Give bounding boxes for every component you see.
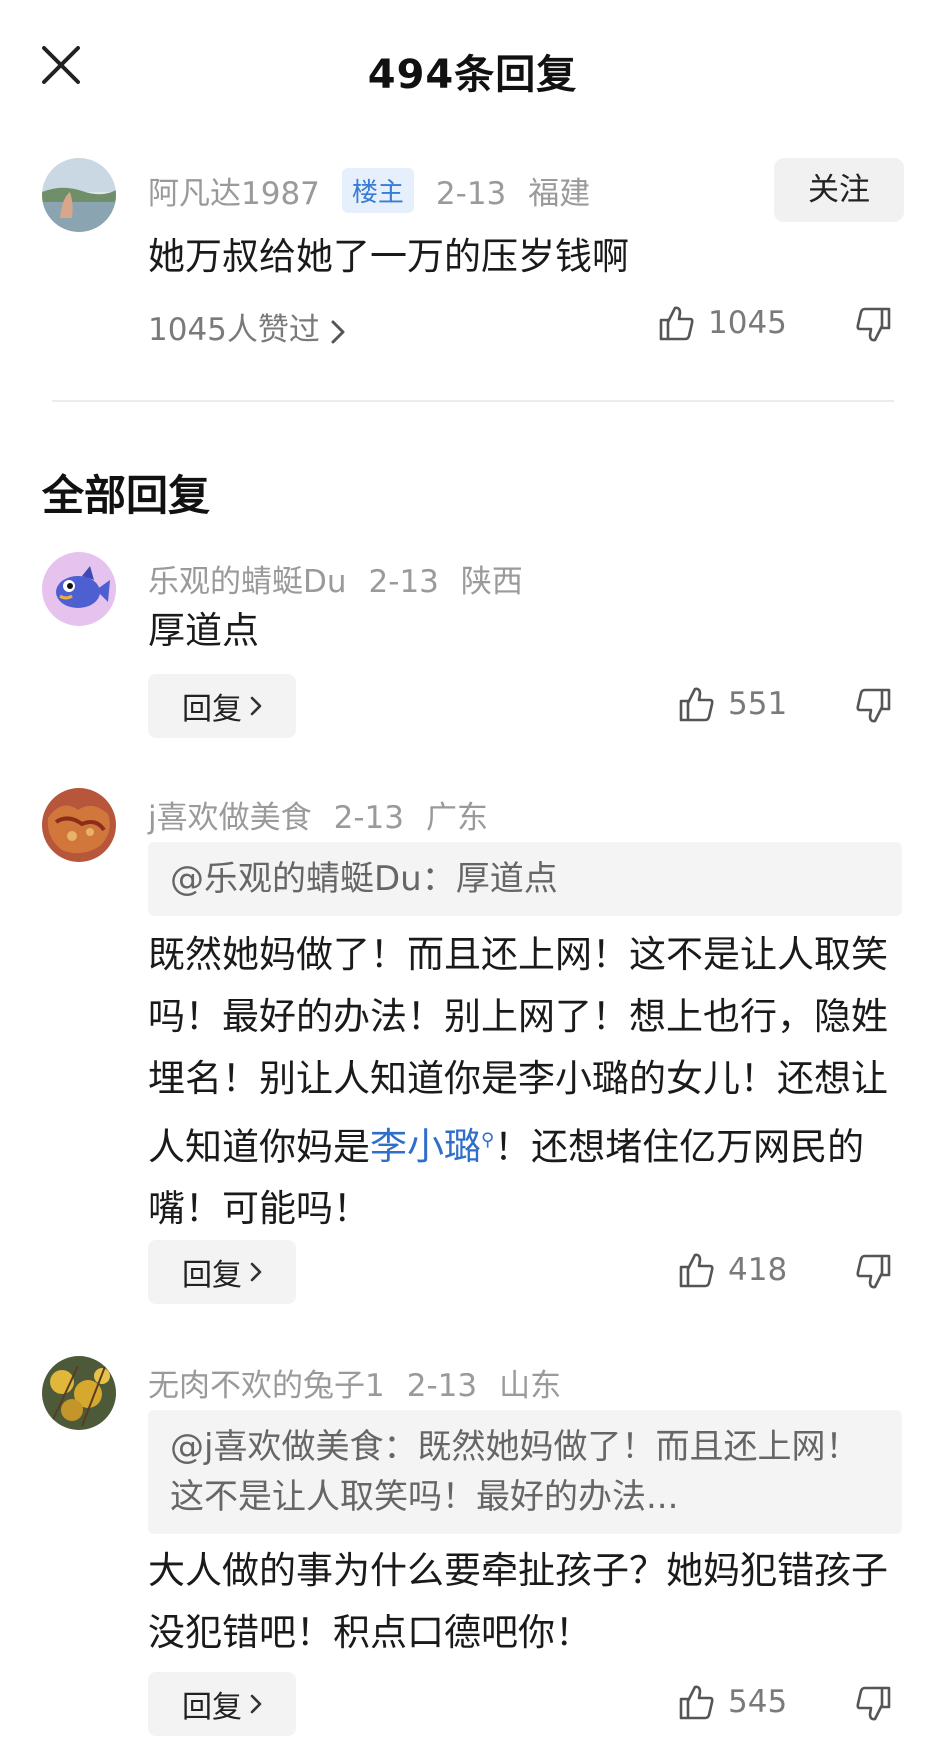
avatar[interactable] [42,552,116,626]
avatar[interactable] [42,158,116,232]
like-count: 545 [728,1684,788,1720]
username[interactable]: j喜欢做美食 [148,800,312,836]
page-title: 494条回复 [367,52,578,98]
like-button[interactable]: 418 [676,1250,787,1290]
comment-location: 广东 [425,800,488,836]
search-link[interactable]: 李小璐⚲ [370,1125,494,1168]
comment-date: 2-13 [435,176,507,212]
comment-text: 她万叔给她了一万的压岁钱啊 [148,235,629,278]
like-count: 418 [728,1252,788,1288]
owner-badge: 楼主 [341,168,414,213]
reply-button-label: 回复 [182,1690,242,1725]
chevron-right-icon [250,1694,262,1714]
thumbs-down-icon[interactable] [854,686,898,730]
like-button[interactable]: 545 [676,1682,787,1722]
comment-location: 陕西 [460,564,523,600]
comment-location: 福建 [528,176,591,212]
header: 494条回复 [0,0,945,140]
username[interactable]: 无肉不欢的兔子1 [148,1368,385,1404]
thumbs-up-icon [679,1253,714,1288]
comment-meta: j喜欢做美食 2-13 广东 [148,792,510,837]
thumbs-down-icon[interactable] [854,1684,898,1728]
comment-text: 既然她妈做了！而且还上网！这不是让人取笑吗！最好的办法！别上网了！想上也行，隐姓… [148,924,908,1240]
thumbs-down-icon[interactable] [854,1252,898,1296]
like-count: 551 [728,686,788,722]
search-icon: ⚲ [481,1130,495,1151]
comment-text: 大人做的事为什么要牵扯孩子？她妈犯错孩子没犯错吧！积点口德吧你！ [148,1549,888,1654]
comment-location: 山东 [499,1368,562,1404]
comment-date: 2-13 [368,564,439,600]
avatar[interactable] [42,788,116,862]
comment-date: 2-13 [333,800,404,836]
search-link-label: 李小璐 [370,1125,481,1169]
reply-button-label: 回复 [182,1258,242,1293]
quoted-reply[interactable]: @乐观的蜻蜓Du：厚道点 [148,842,902,916]
quoted-reply[interactable]: @j喜欢做美食：既然她妈做了！而且还上网！这不是让人取笑吗！最好的办法... [148,1410,902,1534]
reply-button[interactable]: 回复 [148,1240,296,1304]
like-button[interactable]: 1045 [656,303,787,343]
chevron-right-icon [250,696,262,716]
comment-text: 厚道点 [148,609,259,652]
reply-button-label: 回复 [182,692,242,727]
avatar[interactable] [42,1356,116,1430]
chevron-right-icon [331,320,345,343]
reply-button[interactable]: 回复 [148,674,296,738]
follow-button[interactable]: 关注 [774,158,904,222]
comment-meta: 乐观的蜻蜓Du 2-13 陕西 [148,556,545,601]
comment-meta: 无肉不欢的兔子1 2-13 山东 [148,1360,583,1405]
username[interactable]: 阿凡达1987 [148,176,320,212]
section-title: 全部回复 [42,471,211,520]
likes-link-label: 1045人赞过 [148,312,320,348]
username[interactable]: 乐观的蜻蜓Du [148,564,347,600]
thumbs-down-icon[interactable] [854,305,898,349]
chevron-right-icon [250,1262,262,1282]
likes-link[interactable]: 1045人赞过 [148,304,346,349]
divider [52,400,894,402]
reply-button[interactable]: 回复 [148,1672,296,1736]
like-button[interactable]: 551 [676,684,787,724]
thumbs-up-icon [659,306,694,341]
like-count: 1045 [708,305,787,341]
thumbs-up-icon [679,687,714,722]
comment-meta: 阿凡达1987 楼主 2-13 福建 [148,168,612,213]
comment-date: 2-13 [406,1368,478,1404]
thumbs-up-icon [679,1685,714,1720]
